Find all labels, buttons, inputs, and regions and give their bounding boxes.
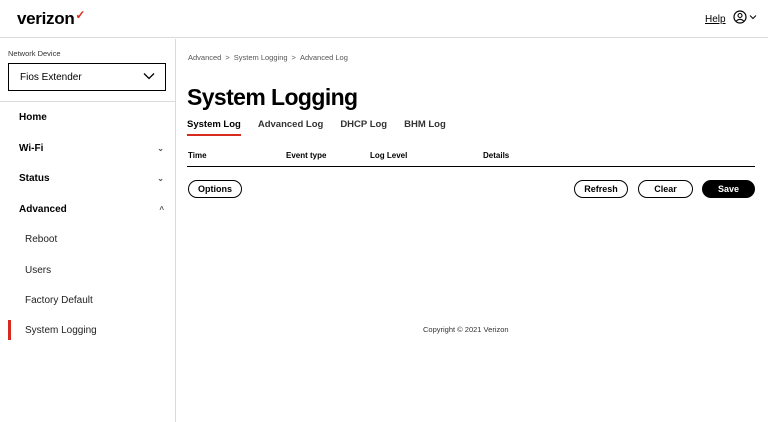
network-device-select[interactable]: Fios Extender	[8, 63, 166, 91]
column-header-details: Details	[483, 151, 510, 160]
tab-system-log[interactable]: System Log	[187, 119, 241, 136]
sidebar-item-factory-default[interactable]: Factory Default	[0, 285, 176, 315]
column-header-log-level: Log Level	[370, 151, 408, 160]
sidebar-item-label: Home	[19, 111, 47, 123]
chevron-down-icon: ⌄	[157, 143, 164, 153]
sidebar-item-status[interactable]: Status ⌄	[0, 163, 176, 193]
breadcrumb: Advanced > System Logging > Advanced Log	[188, 53, 348, 62]
sidebar: Network Device Fios Extender Home Wi-Fi …	[0, 39, 176, 422]
refresh-button[interactable]: Refresh	[574, 180, 628, 198]
top-bar: verizon✓ Help	[0, 0, 768, 38]
breadcrumb-item-advanced-log: Advanced Log	[299, 53, 348, 62]
help-link[interactable]: Help	[705, 14, 726, 25]
sidebar-item-label: Factory Default	[25, 294, 93, 306]
breadcrumb-separator: >	[291, 53, 296, 62]
sidebar-item-label: Wi-Fi	[19, 142, 44, 154]
clear-button[interactable]: Clear	[638, 180, 693, 198]
tab-bhm-log[interactable]: BHM Log	[404, 119, 446, 136]
chevron-up-icon: ^	[159, 204, 164, 214]
breadcrumb-separator: >	[225, 53, 230, 62]
copyright-text: Copyright © 2021 Verizon	[423, 325, 509, 334]
sidebar-item-wifi[interactable]: Wi-Fi ⌄	[0, 133, 176, 163]
sidebar-item-advanced[interactable]: Advanced ^	[0, 194, 176, 224]
options-button[interactable]: Options	[188, 180, 242, 198]
sidebar-item-label: Advanced	[19, 203, 67, 215]
logo-check-icon: ✓	[75, 8, 86, 22]
sidebar-item-label: Users	[25, 264, 52, 276]
sidebar-item-label: Reboot	[25, 233, 58, 245]
column-header-time: Time	[188, 151, 207, 160]
tab-dhcp-log[interactable]: DHCP Log	[340, 119, 387, 136]
log-tabs: System Log Advanced Log DHCP Log BHM Log	[187, 119, 463, 136]
page-title: System Logging	[187, 84, 358, 110]
verizon-logo[interactable]: verizon✓	[17, 8, 86, 29]
sidebar-item-reboot[interactable]: Reboot	[0, 224, 176, 254]
breadcrumb-item-system-logging[interactable]: System Logging	[234, 53, 288, 62]
save-button[interactable]: Save	[702, 180, 755, 198]
logo-text: verizon	[17, 9, 75, 28]
chevron-down-icon	[749, 15, 757, 20]
network-device-label: Network Device	[8, 49, 61, 58]
breadcrumb-item-advanced[interactable]: Advanced	[188, 53, 221, 62]
user-circle-icon	[733, 10, 747, 24]
log-table-header: Time Event type Log Level Details	[187, 151, 755, 167]
sidebar-item-users[interactable]: Users	[0, 255, 176, 285]
tab-advanced-log[interactable]: Advanced Log	[258, 119, 323, 136]
sidebar-item-label: System Logging	[25, 324, 97, 336]
device-select-value: Fios Extender	[20, 71, 82, 83]
chevron-down-icon: ⌄	[157, 173, 164, 183]
sidebar-item-system-logging[interactable]: System Logging	[0, 315, 176, 345]
chevron-down-icon	[143, 73, 155, 80]
sidebar-item-label: Status	[19, 172, 50, 184]
column-header-event-type: Event type	[286, 151, 327, 160]
user-menu-button[interactable]	[733, 10, 757, 24]
sidebar-item-home[interactable]: Home	[0, 102, 176, 132]
